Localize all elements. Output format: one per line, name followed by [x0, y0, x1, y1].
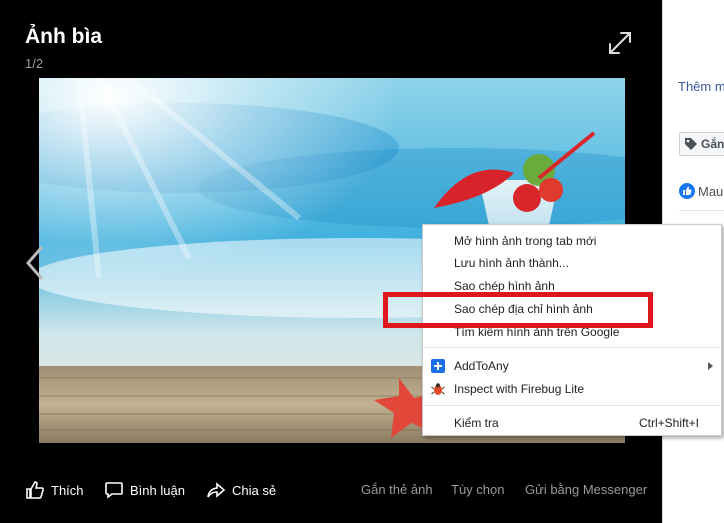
like-button[interactable]: Thích [25, 478, 84, 502]
firebug-icon [431, 383, 445, 395]
photo-counter: 1/2 [25, 56, 44, 71]
comment-label: Bình luận [130, 482, 185, 498]
side-divider [679, 210, 724, 211]
like-label: Thích [51, 482, 84, 498]
addtoany-icon [431, 359, 445, 373]
submenu-arrow-icon [708, 362, 713, 370]
menu-separator [424, 405, 720, 406]
menu-item-label: Sao chép hình ảnh [454, 279, 555, 293]
side-tag-label: Gắn [701, 137, 724, 151]
comment-icon [105, 482, 123, 499]
menu-item-label: Inspect with Firebug Lite [454, 382, 585, 396]
menu-copy-image-address[interactable]: Sao chép địa chỉ hình ảnh [423, 298, 721, 320]
action-bar: Thích Bình luận Chia sẻ Gắn thẻ ảnh Tùy … [0, 476, 662, 504]
share-button[interactable]: Chia sẻ [206, 478, 276, 502]
menu-item-label: Tìm kiếm hình ảnh trên Google [454, 325, 620, 339]
menu-copy-image[interactable]: Sao chép hình ảnh [423, 275, 721, 297]
like-reaction-icon [679, 183, 695, 199]
side-add-link[interactable]: Thêm m [678, 79, 724, 94]
menu-item-label: Lưu hình ảnh thành... [454, 256, 569, 270]
menu-item-label: Kiểm tra [454, 416, 499, 430]
share-icon [207, 482, 226, 498]
tag-icon [685, 138, 697, 150]
menu-addtoany[interactable]: AddToAny [423, 355, 721, 377]
menu-item-label: Mở hình ảnh trong tab mới [454, 234, 597, 248]
share-label: Chia sẻ [232, 482, 277, 498]
context-menu: Mở hình ảnh trong tab mới Lưu hình ảnh t… [422, 224, 722, 436]
side-tag-button[interactable]: Gắn [679, 132, 724, 156]
menu-search-image-google[interactable]: Tìm kiếm hình ảnh trên Google [423, 321, 721, 343]
send-messenger-link[interactable]: Gửi bằng Messenger [525, 482, 647, 497]
menu-item-label: AddToAny [454, 359, 509, 373]
expand-icon[interactable] [607, 30, 633, 56]
menu-shortcut: Ctrl+Shift+I [638, 416, 699, 430]
thumbs-up-icon [26, 481, 44, 499]
photo-title: Ảnh bìa [25, 25, 102, 48]
menu-item-label: Sao chép địa chỉ hình ảnh [454, 302, 593, 316]
options-link[interactable]: Tùy chọn [451, 482, 504, 497]
side-like-row: Mau [679, 183, 723, 199]
menu-save-image-as[interactable]: Lưu hình ảnh thành... [423, 252, 721, 274]
side-like-label: Mau [698, 183, 724, 199]
tag-photo-link[interactable]: Gắn thẻ ảnh [361, 482, 433, 497]
menu-inspect[interactable]: Kiểm tra Ctrl+Shift+I [423, 412, 721, 434]
menu-inspect-firebug[interactable]: Inspect with Firebug Lite [423, 378, 721, 400]
menu-open-image-new-tab[interactable]: Mở hình ảnh trong tab mới [423, 230, 721, 252]
menu-separator [424, 347, 720, 348]
comment-button[interactable]: Bình luận [104, 478, 185, 502]
previous-photo-arrow-icon[interactable] [20, 243, 50, 283]
